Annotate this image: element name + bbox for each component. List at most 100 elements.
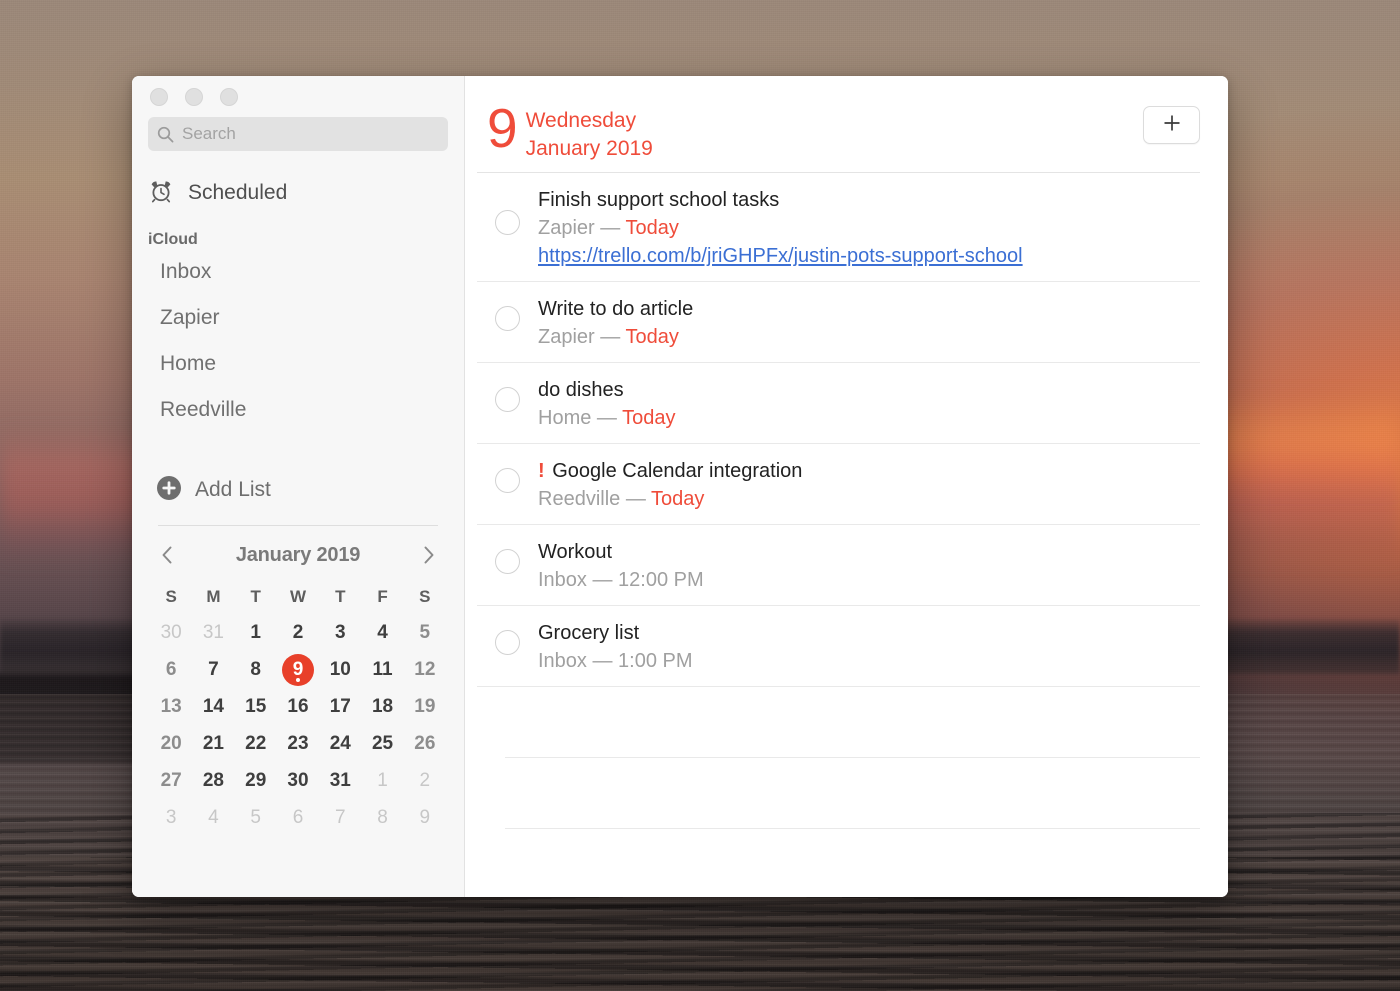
calendar-day[interactable]: 30: [277, 762, 319, 799]
task-link[interactable]: https://trello.com/b/jriGHPFx/justin-pot…: [538, 242, 1023, 270]
task-checkbox[interactable]: [495, 549, 520, 574]
zoom-button[interactable]: [220, 88, 238, 106]
calendar-day[interactable]: 6: [150, 651, 192, 688]
calendar-day[interactable]: 30: [150, 614, 192, 651]
calendar-day[interactable]: 7: [319, 799, 361, 836]
empty-task-row[interactable]: [505, 758, 1200, 829]
calendar-day[interactable]: 17: [319, 688, 361, 725]
calendar-day[interactable]: 3: [150, 799, 192, 836]
calendar-day-number: 3: [334, 622, 346, 643]
calendar-dow-1: M: [206, 587, 221, 606]
add-task-button[interactable]: [1143, 106, 1200, 144]
calendar-day[interactable]: 2: [404, 762, 446, 799]
calendar-day-number: 9: [419, 807, 431, 828]
task-checkbox[interactable]: [495, 630, 520, 655]
calendar-day-number: 5: [250, 807, 261, 828]
calendar-day[interactable]: 21: [192, 725, 234, 762]
task-checkbox[interactable]: [495, 468, 520, 493]
calendar-day[interactable]: 14: [192, 688, 234, 725]
calendar-day[interactable]: 28: [192, 762, 234, 799]
sidebar-item-zapier[interactable]: Zapier: [132, 295, 464, 341]
task-list-name: Inbox —: [538, 569, 619, 591]
calendar-day[interactable]: 6: [277, 799, 319, 836]
task-checkbox[interactable]: [495, 210, 520, 235]
calendar-day[interactable]: 18: [361, 688, 403, 725]
calendar-day[interactable]: 25: [361, 725, 403, 762]
task-due: Today: [622, 407, 676, 429]
calendar-day[interactable]: 3: [319, 614, 361, 651]
sidebar-item-home[interactable]: Home: [132, 341, 464, 387]
calendar-day-number: 5: [419, 622, 431, 643]
task-row-inner: Finish support school tasks Zapier — Toda…: [477, 173, 1200, 282]
task-row[interactable]: do dishes Home — Today: [465, 363, 1228, 444]
window-traffic-lights: [132, 76, 464, 106]
search-box[interactable]: [148, 117, 448, 151]
calendar-day[interactable]: 5: [404, 614, 446, 651]
header-weekday: Wednesday: [525, 109, 637, 132]
calendar-day-number: 27: [160, 770, 182, 791]
calendar-day[interactable]: 7: [192, 651, 234, 688]
calendar-day[interactable]: 19: [404, 688, 446, 725]
task-row[interactable]: Grocery list Inbox — 1:00 PM: [465, 606, 1228, 687]
sidebar-item-scheduled[interactable]: Scheduled: [132, 177, 464, 209]
calendar-day-number: 15: [245, 696, 267, 717]
close-button[interactable]: [150, 88, 168, 106]
calendar-day[interactable]: 31: [319, 762, 361, 799]
calendar-day[interactable]: 4: [192, 799, 234, 836]
task-row[interactable]: Write to do article Zapier — Today: [465, 282, 1228, 363]
calendar-day[interactable]: 16: [277, 688, 319, 725]
calendar-day-number: 13: [160, 696, 182, 717]
add-list-button[interactable]: Add List: [132, 473, 464, 507]
task-row-inner: Write to do article Zapier — Today: [477, 282, 1200, 363]
task-body: Grocery list Inbox — 1:00 PM: [538, 618, 1200, 675]
calendar-day-number: 26: [414, 733, 436, 754]
minimize-button[interactable]: [185, 88, 203, 106]
main-panel: 9 Wednesday January 2019 Finish support …: [465, 76, 1228, 897]
sidebar-item-reedville[interactable]: Reedville: [132, 387, 464, 433]
search-input[interactable]: [182, 124, 439, 144]
empty-task-row[interactable]: [505, 687, 1200, 758]
sidebar: Scheduled iCloud Inbox Zapier Home Reedv…: [132, 76, 465, 897]
calendar-day-number: 30: [287, 770, 309, 791]
task-row[interactable]: ! Google Calendar integration Reedville —…: [465, 444, 1228, 525]
calendar-day[interactable]: 23: [277, 725, 319, 762]
calendar-day[interactable]: 24: [319, 725, 361, 762]
alarm-clock-icon: [148, 178, 174, 209]
calendar-day[interactable]: 9: [404, 799, 446, 836]
calendar-day[interactable]: 5: [235, 799, 277, 836]
calendar-day[interactable]: 27: [150, 762, 192, 799]
header-month-year: January 2019: [525, 137, 653, 160]
calendar-day[interactable]: 12: [404, 651, 446, 688]
things-app-window: Scheduled iCloud Inbox Zapier Home Reedv…: [132, 76, 1228, 897]
task-row-inner: Grocery list Inbox — 1:00 PM: [477, 606, 1200, 687]
calendar-day-today[interactable]: 9: [277, 651, 319, 688]
calendar-day-number: 7: [208, 659, 219, 680]
calendar-day[interactable]: 1: [361, 762, 403, 799]
calendar-day[interactable]: 31: [192, 614, 234, 651]
calendar-day[interactable]: 15: [235, 688, 277, 725]
calendar-day[interactable]: 29: [235, 762, 277, 799]
calendar-day[interactable]: 4: [361, 614, 403, 651]
calendar-day-number: 10: [329, 659, 351, 680]
task-row[interactable]: Finish support school tasks Zapier — Toda…: [465, 173, 1228, 282]
calendar-day-number: 2: [292, 622, 304, 643]
calendar-day[interactable]: 10: [319, 651, 361, 688]
calendar-day[interactable]: 13: [150, 688, 192, 725]
calendar-day-number: 20: [160, 733, 182, 754]
empty-task-row[interactable]: [505, 829, 1200, 897]
calendar-day[interactable]: 11: [361, 651, 403, 688]
calendar-day[interactable]: 8: [361, 799, 403, 836]
task-checkbox[interactable]: [495, 306, 520, 331]
calendar-day[interactable]: 8: [235, 651, 277, 688]
chevron-left-icon[interactable]: [154, 542, 180, 568]
task-checkbox[interactable]: [495, 387, 520, 412]
calendar-day[interactable]: 2: [277, 614, 319, 651]
calendar-day[interactable]: 20: [150, 725, 192, 762]
task-row[interactable]: Workout Inbox — 12:00 PM: [465, 525, 1228, 606]
sidebar-item-inbox[interactable]: Inbox: [132, 249, 464, 295]
calendar-day[interactable]: 1: [235, 614, 277, 651]
calendar-day[interactable]: 26: [404, 725, 446, 762]
calendar-day[interactable]: 22: [235, 725, 277, 762]
calendar-day-number: 31: [202, 622, 224, 643]
chevron-right-icon[interactable]: [416, 542, 442, 568]
